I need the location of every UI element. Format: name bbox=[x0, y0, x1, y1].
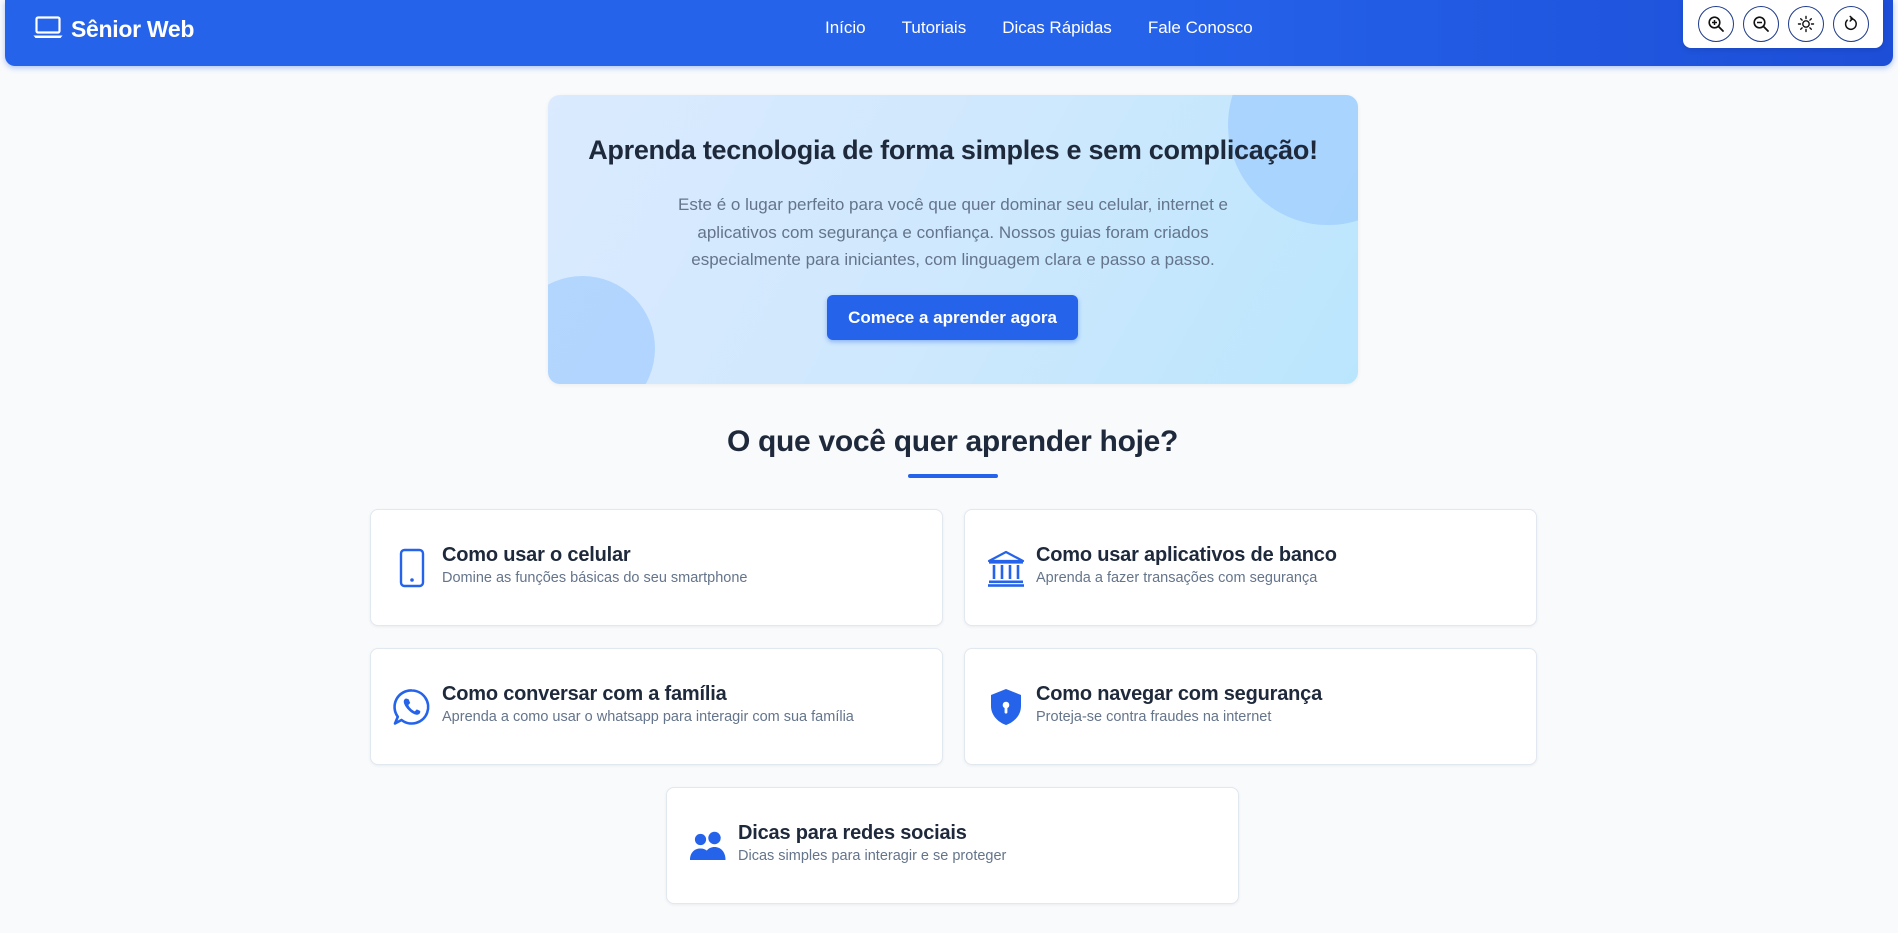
card-title: Como usar aplicativos de banco bbox=[1036, 544, 1337, 566]
card-description: Dicas simples para interagir e se proteg… bbox=[738, 848, 1007, 864]
zoom-in-button[interactable] bbox=[1697, 6, 1734, 42]
reset-button[interactable] bbox=[1832, 6, 1869, 42]
zoom-out-icon bbox=[1752, 16, 1769, 32]
navbar: Sênior Web Início Tutoriais Dicas Rápida… bbox=[5, 0, 1893, 66]
brightness-icon bbox=[1797, 15, 1814, 33]
laptop-icon bbox=[33, 15, 63, 44]
topic-card-celular[interactable]: Como usar o celular Domine as funções bá… bbox=[370, 509, 943, 626]
nav-link-dicas-rapidas[interactable]: Dicas Rápidas bbox=[1002, 16, 1112, 40]
section-title: O que você quer aprender hoje? bbox=[726, 425, 1179, 458]
hero-title: Aprenda tecnologia de forma simples e se… bbox=[588, 135, 1318, 165]
accessibility-toolbar bbox=[1683, 0, 1883, 48]
bank-icon bbox=[985, 547, 1027, 589]
nav-link-fale-conosco[interactable]: Fale Conosco bbox=[1148, 16, 1253, 40]
main-nav: Início Tutoriais Dicas Rápidas Fale Cono… bbox=[825, 16, 1253, 40]
decorative-circle bbox=[548, 276, 655, 384]
card-title: Como conversar com a família bbox=[442, 683, 727, 705]
brand-logo[interactable]: Sênior Web bbox=[33, 14, 194, 44]
hero-description: Este é o lugar perfeito para você que qu… bbox=[677, 195, 1228, 269]
users-icon bbox=[687, 825, 729, 867]
start-learning-button[interactable]: Comece a aprender agora bbox=[827, 295, 1078, 340]
brand-name: Sênior Web bbox=[71, 15, 195, 42]
card-title: Dicas para redes sociais bbox=[738, 822, 967, 844]
card-description: Aprenda a como usar o whatsapp para inte… bbox=[442, 709, 854, 725]
zoom-in-icon bbox=[1707, 16, 1724, 32]
topic-card-seguranca[interactable]: Como navegar com segurança Proteja-se co… bbox=[964, 648, 1537, 765]
whatsapp-icon bbox=[391, 686, 433, 728]
brightness-button[interactable] bbox=[1787, 6, 1824, 42]
topic-card-familia[interactable]: Como conversar com a família Aprenda a c… bbox=[370, 648, 943, 765]
zoom-out-button[interactable] bbox=[1742, 6, 1779, 42]
card-title: Como usar o celular bbox=[442, 544, 631, 566]
hero-banner: Aprenda tecnologia de forma simples e se… bbox=[548, 95, 1358, 384]
nav-link-tutoriais[interactable]: Tutoriais bbox=[902, 16, 967, 40]
topic-card-banco[interactable]: Como usar aplicativos de banco Aprenda a… bbox=[964, 509, 1537, 626]
card-description: Domine as funções básicas do seu smartph… bbox=[442, 570, 748, 586]
card-title: Como navegar com segurança bbox=[1036, 683, 1323, 705]
topic-card-redes-sociais[interactable]: Dicas para redes sociais Dicas simples p… bbox=[666, 787, 1239, 904]
smartphone-icon bbox=[391, 547, 433, 589]
section-title-underline bbox=[908, 474, 998, 478]
shield-lock-icon bbox=[985, 686, 1027, 728]
nav-link-inicio[interactable]: Início bbox=[825, 16, 866, 40]
card-description: Proteja-se contra fraudes na internet bbox=[1036, 709, 1272, 725]
card-description: Aprenda a fazer transações com segurança bbox=[1036, 570, 1318, 586]
reset-icon bbox=[1844, 15, 1857, 31]
